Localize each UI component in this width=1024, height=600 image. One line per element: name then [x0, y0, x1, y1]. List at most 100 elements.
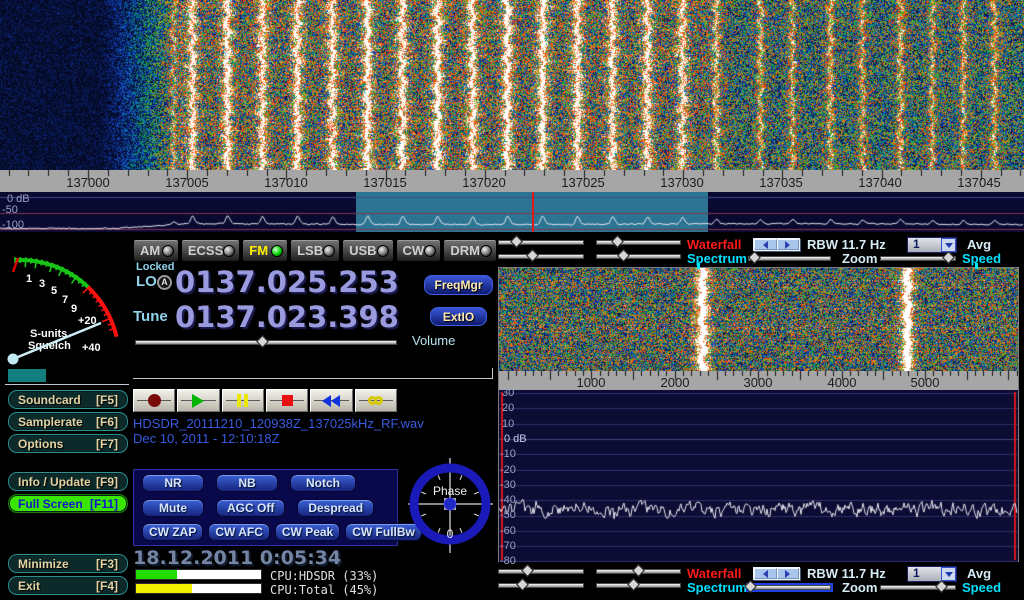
mute-button[interactable]: Mute — [142, 499, 204, 517]
combo-dropdown-arrow[interactable] — [941, 238, 956, 252]
main-spectrum[interactable]: 0 dB -50 -100 — [0, 192, 1024, 232]
phase-value: 0 — [447, 527, 454, 541]
audio-db-label: 0 dB — [504, 433, 527, 445]
mode-cw[interactable]: CW — [396, 239, 442, 262]
spectrum-range-slider-2[interactable] — [596, 583, 681, 588]
audio-freq-label: 1000 — [566, 375, 616, 390]
audio-db-label: -60 — [500, 525, 516, 537]
cpu-total-fill — [136, 584, 192, 593]
top-display-controls: Waterfall RBW 11.7 Hz 1 Avg Spectrum Zoo… — [495, 237, 1024, 266]
waterfall-brightness-slider-2[interactable] — [498, 569, 584, 574]
cw-peak-button[interactable]: CW Peak — [275, 523, 340, 541]
rbw-decrease-arrow[interactable] — [754, 239, 777, 250]
freq-label: 137015 — [355, 175, 415, 190]
main-spectrum-trace — [0, 192, 1024, 232]
options-button[interactable]: Options [F7] — [8, 434, 128, 453]
pause-button[interactable] — [222, 389, 264, 412]
play-button[interactable] — [177, 389, 219, 412]
mode-fm[interactable]: FM — [242, 239, 288, 262]
despread-button[interactable]: Despread — [297, 499, 374, 517]
record-button[interactable] — [133, 389, 175, 412]
nb-button[interactable]: NB — [216, 474, 278, 492]
freqmgr-button[interactable]: FreqMgr — [424, 275, 493, 295]
audio-db-label: -20 — [500, 464, 516, 476]
soundcard-button[interactable]: Soundcard [F5] — [8, 390, 128, 409]
svg-text:3: 3 — [39, 278, 45, 290]
tune-cursor[interactable] — [532, 192, 534, 232]
audio-waterfall[interactable] — [499, 268, 1018, 371]
waterfall-label-2[interactable]: Waterfall — [687, 566, 741, 581]
speed-label: Speed — [962, 251, 1001, 266]
notch-button[interactable]: Notch — [290, 474, 356, 492]
volume-slider-thumb[interactable] — [257, 335, 270, 348]
volume-label: Volume — [412, 333, 455, 348]
mode-drm[interactable]: DRM — [443, 239, 497, 262]
spectrum-ref-slider[interactable] — [498, 254, 584, 259]
zoom-slider-2[interactable] — [748, 585, 831, 590]
audio-freq-label: 5000 — [900, 375, 950, 390]
lo-frequency-display[interactable]: 0137.025.253 — [175, 266, 399, 298]
mode-lsb[interactable]: LSB — [290, 239, 340, 262]
passband-marker — [975, 263, 978, 269]
audio-freq-label: 3000 — [733, 375, 783, 390]
info-update-button[interactable]: Info / Update [F9] — [8, 472, 128, 491]
mode-led — [424, 245, 436, 257]
speed-slider-2[interactable] — [880, 585, 956, 590]
avg-combobox[interactable]: 1 — [907, 237, 957, 253]
fullscreen-button[interactable]: Full Screen [F11] — [8, 494, 128, 513]
avg-label-2: Avg — [967, 566, 991, 581]
main-waterfall[interactable] — [0, 0, 1024, 170]
freq-label: 137035 — [751, 175, 811, 190]
phase-indicator: Phase 0 — [406, 454, 496, 554]
mode-am[interactable]: AM — [133, 239, 179, 262]
mode-usb[interactable]: USB — [342, 239, 393, 262]
s-meter: 1 3 5 7 9 +20 +40 S-units Squelch — [2, 238, 130, 374]
agc-button[interactable]: AGC Off — [216, 499, 285, 517]
main-frequency-scale[interactable]: 137000 137005 137010 137015 137020 13702… — [0, 170, 1024, 192]
samplerate-button[interactable]: Samplerate [F6] — [8, 412, 128, 431]
lo-lock-badge[interactable]: A — [157, 275, 172, 290]
rewind-button[interactable] — [310, 389, 352, 412]
waterfall-brightness-slider[interactable] — [498, 240, 584, 245]
cpu-total-bar — [135, 583, 262, 594]
exit-button[interactable]: Exit [F4] — [8, 576, 128, 595]
avg-combobox-2[interactable]: 1 — [907, 566, 957, 582]
waterfall-label[interactable]: Waterfall — [687, 237, 741, 252]
audio-db-label: 10 — [502, 418, 514, 430]
spectrum-label-2[interactable]: Spectrum — [687, 580, 747, 595]
speed-slider[interactable] — [880, 256, 956, 261]
mode-ecss[interactable]: ECSS — [181, 239, 240, 262]
cw-afc-button[interactable]: CW AFC — [208, 523, 270, 541]
audio-freq-label: 2000 — [650, 375, 700, 390]
rbw-decrease-arrow[interactable] — [754, 568, 777, 579]
combo-dropdown-arrow[interactable] — [941, 567, 956, 581]
spectrum-label[interactable]: Spectrum — [687, 251, 747, 266]
minimize-button[interactable]: Minimize [F3] — [8, 554, 128, 573]
waterfall-contrast-slider[interactable] — [596, 240, 681, 245]
loop-button[interactable] — [355, 389, 397, 412]
rbw-scrollbar-2[interactable] — [753, 567, 800, 580]
stop-button[interactable] — [266, 389, 308, 412]
extio-button[interactable]: ExtIO — [430, 307, 487, 326]
mode-led — [162, 245, 174, 257]
spectrum-ref-slider-2[interactable] — [498, 583, 584, 588]
rbw-increase-arrow[interactable] — [777, 568, 800, 579]
waterfall-contrast-slider-2[interactable] — [596, 569, 681, 574]
freq-label: 137020 — [454, 175, 514, 190]
button-key: [F5] — [96, 393, 118, 407]
rbw-scrollbar[interactable] — [753, 238, 800, 251]
audio-spectrum[interactable] — [499, 390, 1018, 562]
nr-button[interactable]: NR — [142, 474, 204, 492]
cw-zap-button[interactable]: CW ZAP — [142, 523, 203, 541]
squelch-indicator[interactable] — [8, 369, 46, 382]
zoom-slider[interactable] — [748, 256, 831, 261]
spectrum-range-slider[interactable] — [596, 254, 681, 259]
audio-frequency-scale[interactable]: 1000 2000 3000 4000 5000 — [499, 371, 1018, 390]
volume-slider[interactable] — [135, 340, 397, 345]
play-icon — [192, 394, 204, 408]
freq-label: 137045 — [949, 175, 1009, 190]
dsp-panel: NR NB Notch Mute AGC Off Despread CW ZAP… — [133, 469, 398, 546]
tune-frequency-display[interactable]: 0137.023.398 — [175, 301, 399, 333]
smeter-tick-label: 1 — [26, 273, 32, 285]
rbw-increase-arrow[interactable] — [777, 239, 800, 250]
